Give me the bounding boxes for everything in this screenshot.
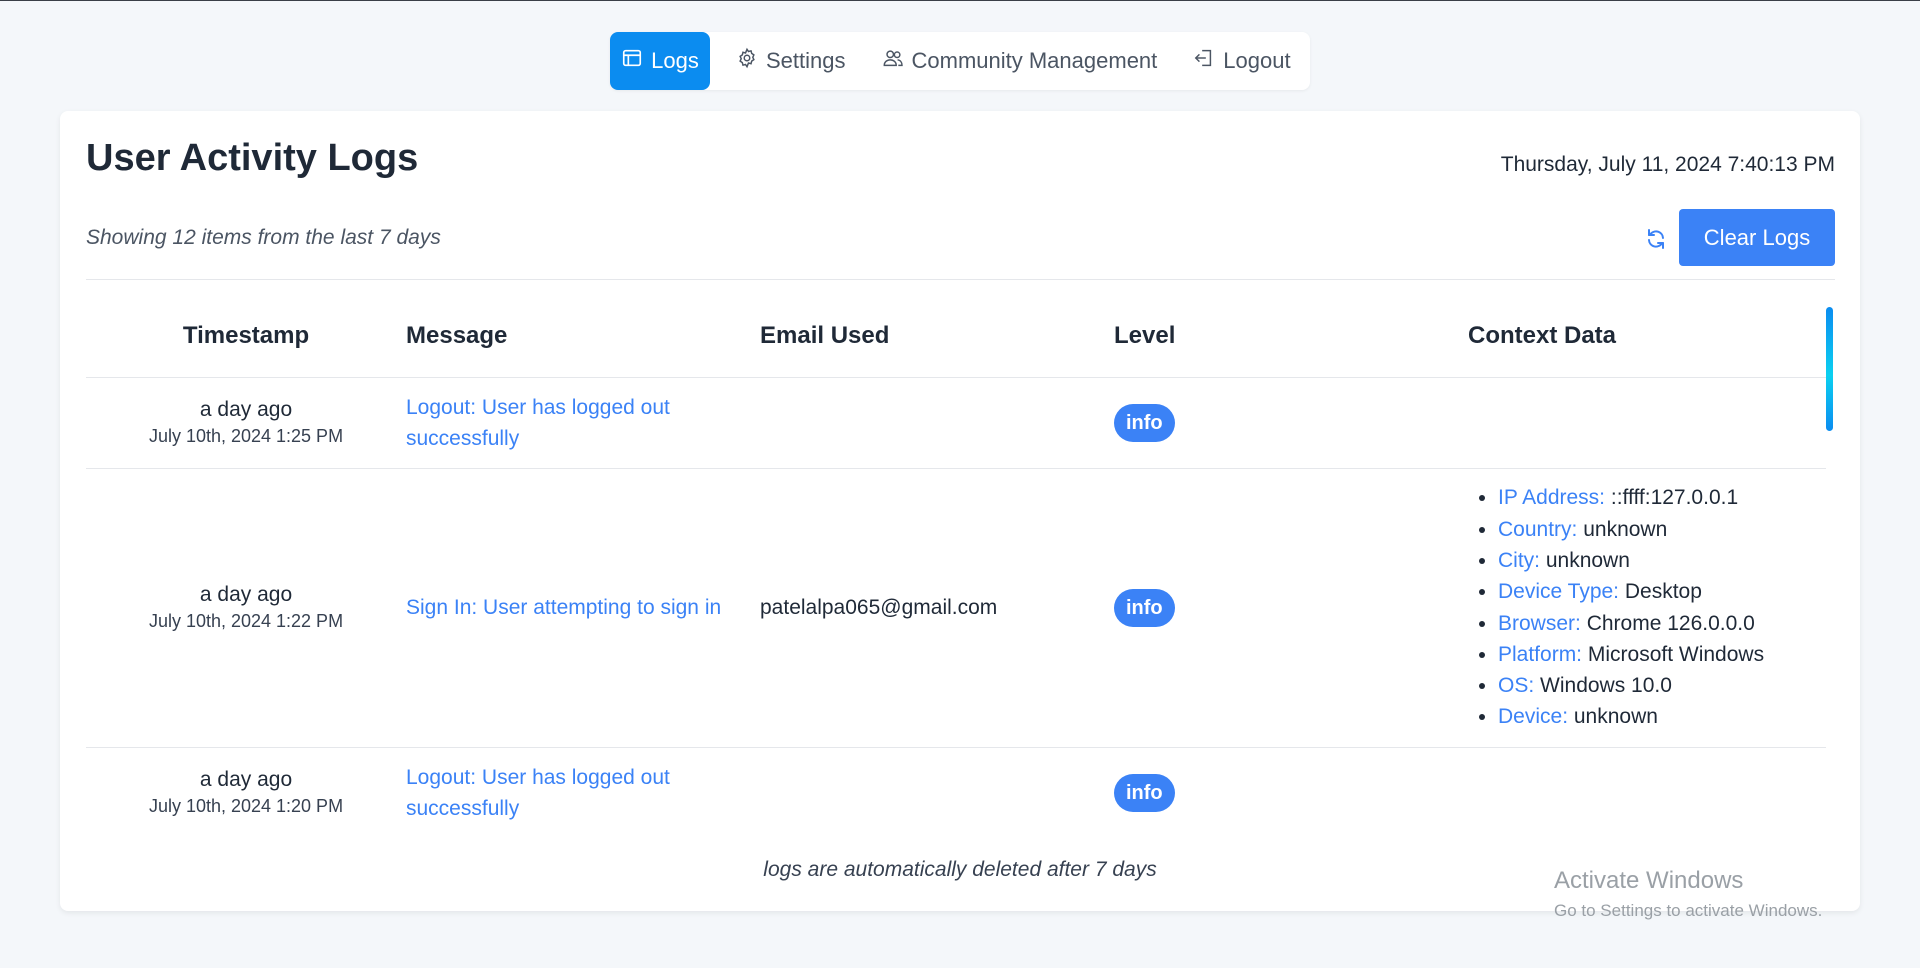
context-value: unknown [1583, 517, 1668, 541]
column-header-context: Context Data [1468, 296, 1826, 378]
absolute-time: July 10th, 2024 1:20 PM [148, 796, 344, 816]
refresh-icon [1644, 227, 1668, 256]
email-cell [760, 377, 1114, 469]
page-title: User Activity Logs [86, 137, 419, 179]
context-value: Desktop [1624, 580, 1702, 604]
context-cell [1468, 377, 1826, 469]
context-key: Device Type: [1498, 580, 1620, 604]
context-key: Browser: [1498, 611, 1581, 635]
context-key: Device: [1498, 705, 1569, 729]
table-row: a day ago July 10th, 2024 1:25 PM Logout… [86, 377, 1826, 469]
column-header-timestamp: Timestamp [86, 296, 406, 378]
context-item: Country: unknown [1498, 514, 1826, 545]
absolute-time: July 10th, 2024 1:22 PM [148, 611, 344, 631]
absolute-time: July 10th, 2024 1:25 PM [148, 426, 344, 446]
windows-activation-watermark: Activate Windows Go to Settings to activ… [1554, 867, 1822, 921]
context-key: OS: [1498, 674, 1535, 698]
column-header-message: Message [406, 296, 760, 378]
timestamp-cell: a day ago July 10th, 2024 1:22 PM [86, 468, 406, 748]
table-row: a day ago July 10th, 2024 1:20 PM Logout… [86, 747, 1826, 826]
column-header-email: Email Used [760, 296, 1114, 378]
message-cell: Sign In: User attempting to sign in [406, 468, 760, 748]
items-summary: Showing 12 items from the last 7 days [86, 226, 441, 249]
message-cell: Logout: User has logged out successfully [406, 377, 760, 469]
context-value: Windows 10.0 [1540, 674, 1672, 698]
context-item: Device Type: Desktop [1498, 576, 1826, 607]
users-icon [882, 47, 904, 75]
context-item: Browser: Chrome 126.0.0.0 [1498, 608, 1826, 639]
level-badge: info [1114, 403, 1175, 442]
level-cell: info [1114, 747, 1468, 826]
context-value: ::ffff:127.0.0.1 [1610, 486, 1739, 510]
nav-tab-community-label: Community Management [911, 48, 1158, 73]
logs-table: Timestamp Message Email Used Level Conte… [86, 296, 1826, 826]
email-cell: patelalpa065@gmail.com [760, 468, 1114, 748]
header-divider [86, 279, 1835, 280]
nav-tab-logout-label: Logout [1223, 48, 1291, 73]
context-item: Device: unknown [1498, 701, 1826, 732]
refresh-button[interactable] [1640, 225, 1672, 257]
context-value: unknown [1545, 548, 1630, 572]
context-list: IP Address: ::ffff:127.0.0.1 Country: un… [1468, 474, 1826, 740]
timestamp-cell: a day ago July 10th, 2024 1:25 PM [86, 377, 406, 469]
context-item: City: unknown [1498, 545, 1826, 576]
context-cell [1468, 747, 1826, 826]
context-item: OS: Windows 10.0 [1498, 670, 1826, 701]
table-header-row: Timestamp Message Email Used Level Conte… [86, 296, 1826, 378]
context-value: unknown [1573, 705, 1658, 729]
nav-tab-logs-label: Logs [651, 48, 699, 73]
email-cell [760, 747, 1114, 826]
gear-icon [736, 47, 758, 75]
column-header-level: Level [1114, 296, 1468, 378]
logs-table-container[interactable]: Timestamp Message Email Used Level Conte… [86, 296, 1826, 826]
table-scrollbar[interactable] [1826, 307, 1833, 431]
context-item: Platform: Microsoft Windows [1498, 639, 1826, 670]
browser-window-icon [621, 47, 643, 75]
logout-icon [1193, 47, 1215, 75]
nav-tab-community[interactable]: Community Management [868, 32, 1172, 90]
relative-time: a day ago [199, 398, 293, 421]
watermark-title: Activate Windows [1554, 867, 1744, 894]
context-value: Microsoft Windows [1587, 642, 1765, 666]
relative-time: a day ago [199, 583, 293, 606]
timestamp-cell: a day ago July 10th, 2024 1:20 PM [86, 747, 406, 826]
message-cell: Logout: User has logged out successfully [406, 747, 760, 826]
top-nav: Logs Settings Community Management Logou… [610, 32, 1310, 90]
context-value: Chrome 126.0.0.0 [1586, 611, 1755, 635]
current-datetime: Thursday, July 11, 2024 7:40:13 PM [1500, 153, 1835, 176]
level-badge: info [1114, 773, 1175, 812]
nav-tab-settings-label: Settings [766, 48, 846, 73]
watermark-subtitle: Go to Settings to activate Windows. [1554, 901, 1823, 920]
table-row: a day ago July 10th, 2024 1:22 PM Sign I… [86, 468, 1826, 748]
clear-logs-button[interactable]: Clear Logs [1679, 209, 1835, 266]
context-key: City: [1498, 548, 1540, 572]
level-badge: info [1114, 588, 1175, 627]
context-item: IP Address: ::ffff:127.0.0.1 [1498, 482, 1826, 513]
nav-tab-logout[interactable]: Logout [1179, 32, 1304, 90]
level-cell: info [1114, 377, 1468, 469]
nav-tab-settings[interactable]: Settings [722, 32, 860, 90]
context-key: Platform: [1498, 642, 1583, 666]
context-key: IP Address: [1498, 486, 1606, 510]
context-key: Country: [1498, 517, 1578, 541]
context-cell: IP Address: ::ffff:127.0.0.1 Country: un… [1468, 468, 1826, 748]
level-cell: info [1114, 468, 1468, 748]
relative-time: a day ago [199, 768, 293, 791]
logs-card: User Activity Logs Thursday, July 11, 20… [60, 111, 1860, 911]
nav-tab-logs[interactable]: Logs [610, 32, 710, 90]
